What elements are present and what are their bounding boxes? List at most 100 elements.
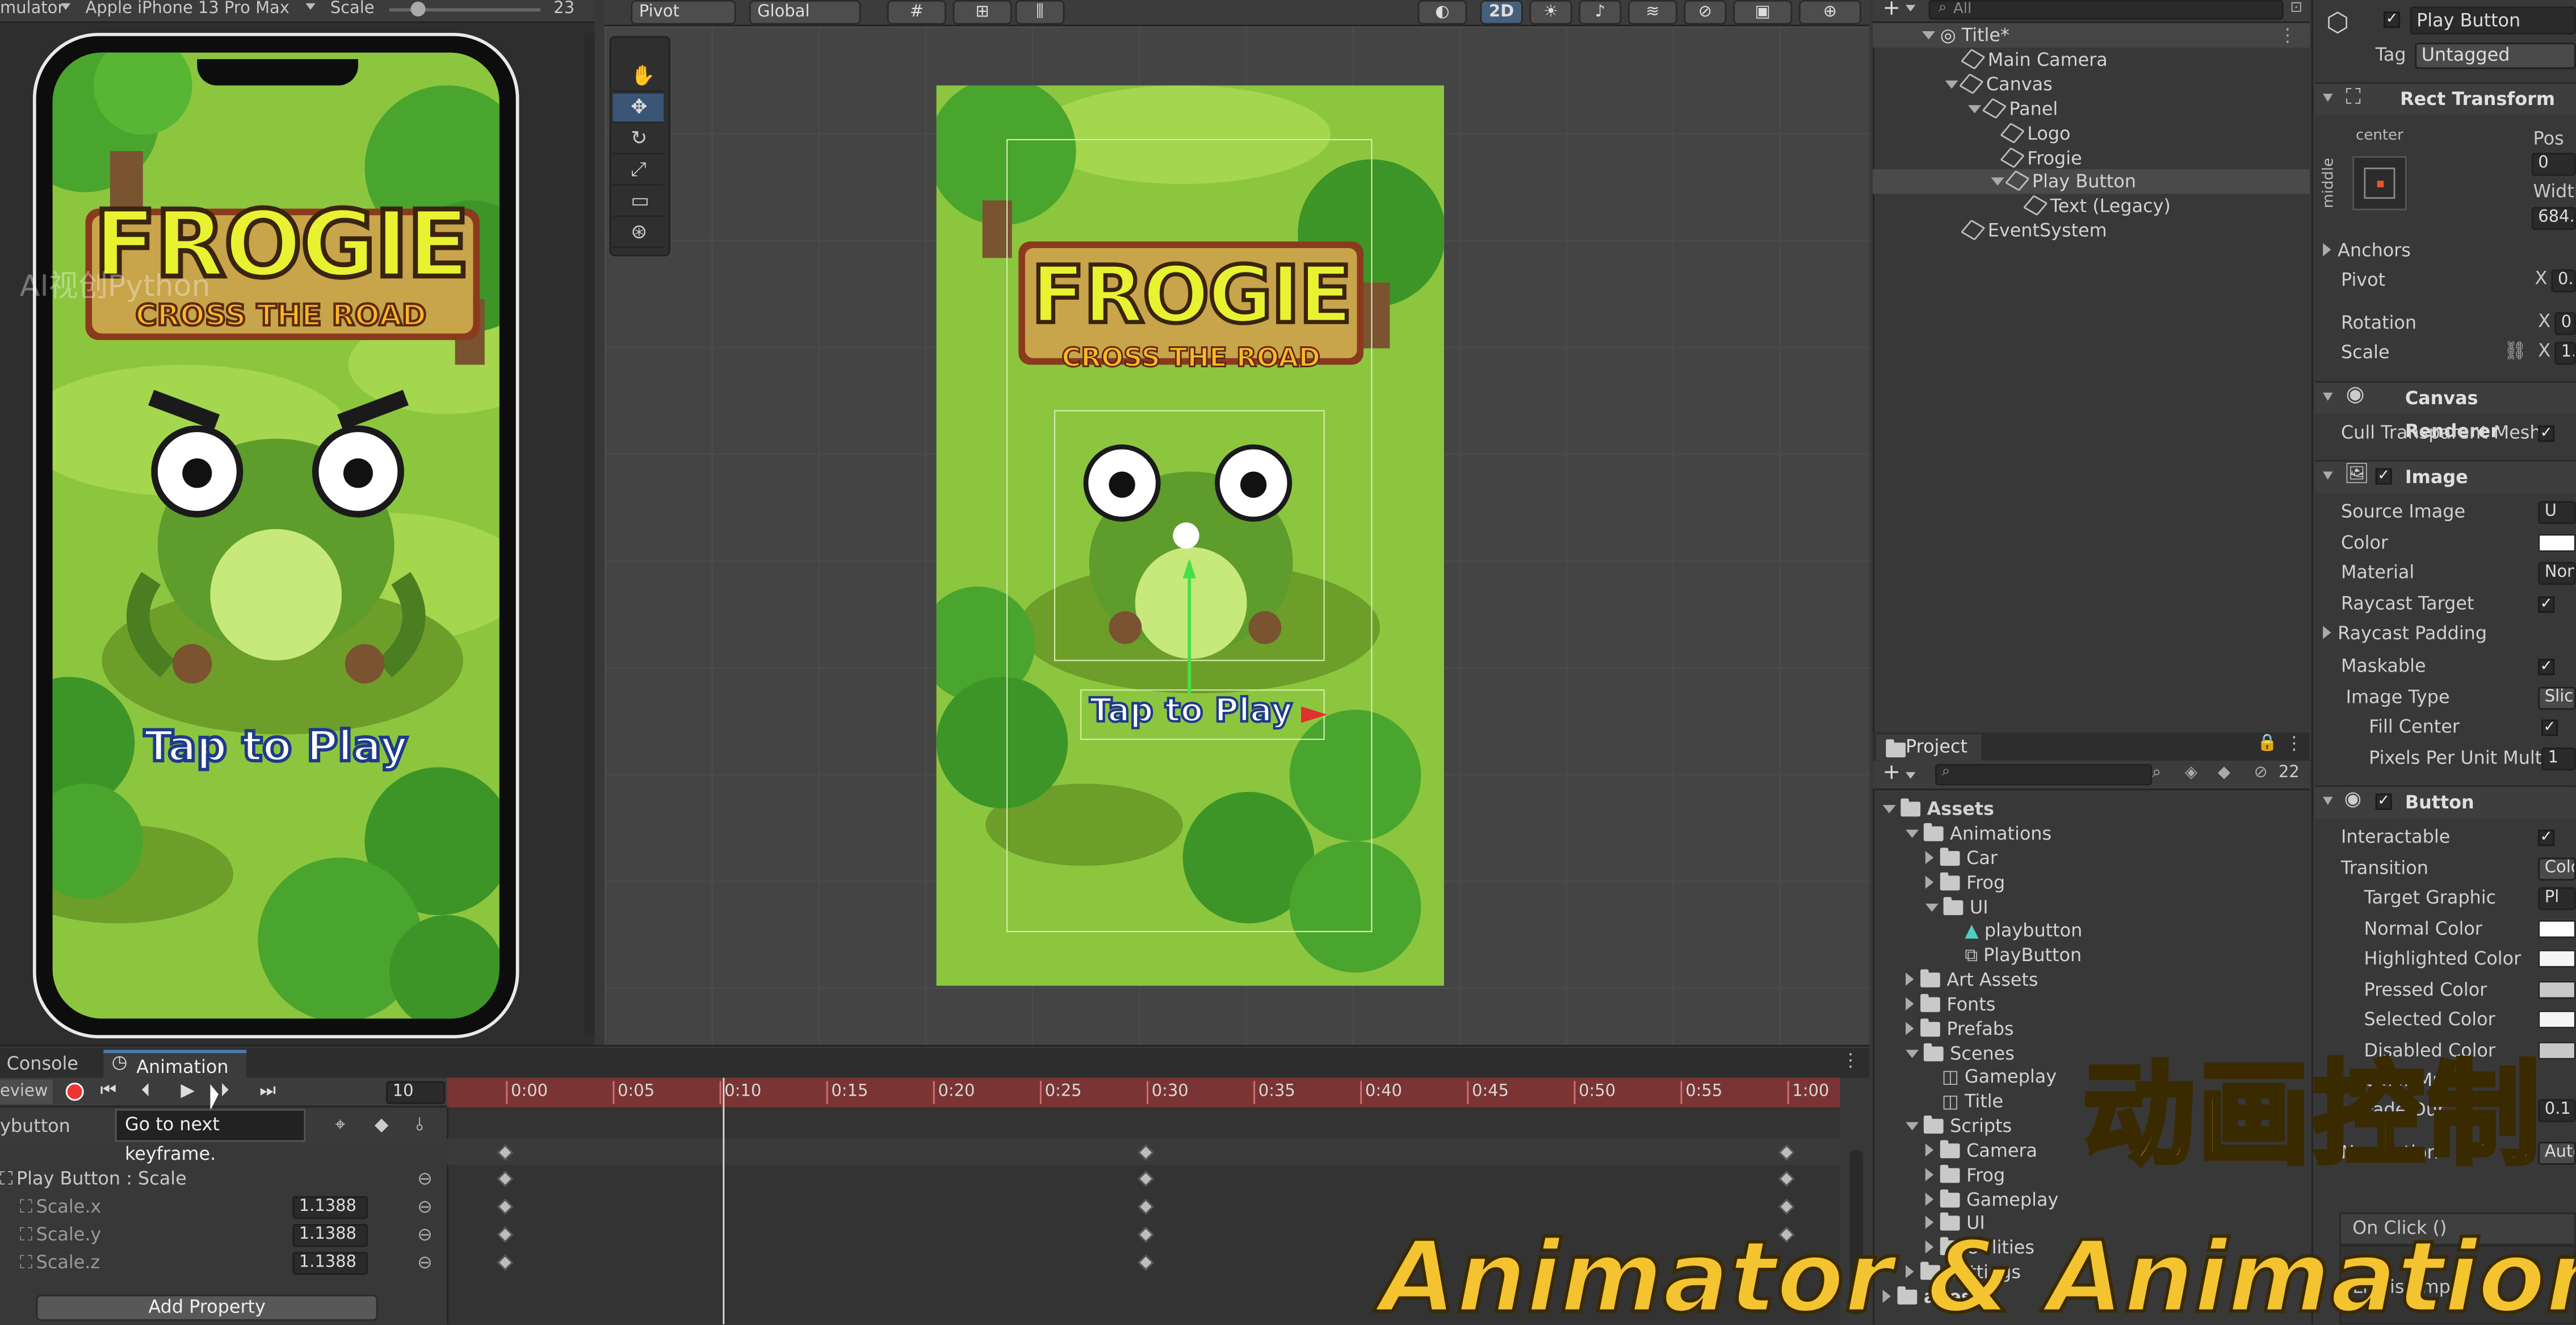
- camera-settings-button[interactable]: ▣: [1733, 0, 1793, 25]
- tap-to-play-button[interactable]: Tap to Play: [53, 721, 500, 774]
- property-value-input[interactable]: 1.1388: [292, 1252, 368, 1275]
- project-item-prefabs[interactable]: Prefabs: [1873, 1017, 2310, 1041]
- timeline-playhead[interactable]: [723, 1077, 725, 1324]
- property-options-icon[interactable]: ⊖: [417, 1224, 433, 1246]
- collapse-arrow-icon[interactable]: [2323, 392, 2333, 401]
- project-search-input[interactable]: [1935, 764, 2153, 786]
- add-property-button[interactable]: Add Property: [36, 1294, 378, 1321]
- label-filter-icon[interactable]: ◆: [2218, 764, 2230, 782]
- image-enabled-checkbox[interactable]: ✓: [2375, 468, 2392, 485]
- maskable-checkbox[interactable]: ✓: [2538, 659, 2555, 676]
- rotation-x-input[interactable]: 0: [2554, 312, 2576, 336]
- hidden-packages-icon[interactable]: ⊘: [2254, 764, 2268, 782]
- project-item-assets[interactable]: Assets: [1873, 797, 2310, 821]
- simulator-dropdown[interactable]: mulator: [0, 0, 64, 20]
- scale-slider-handle[interactable]: [410, 1, 426, 16]
- cull-transparent-checkbox[interactable]: ✓: [2538, 425, 2555, 442]
- type-filter-icon[interactable]: ◈: [2185, 764, 2197, 782]
- scale-tool[interactable]: ⤢: [612, 156, 664, 186]
- pivot-toggle[interactable]: Pivot: [631, 0, 736, 25]
- last-keyframe-button[interactable]: ⏭: [259, 1079, 276, 1102]
- gizmos-button[interactable]: ⊕: [1798, 0, 1861, 25]
- source-image-field[interactable]: U: [2538, 501, 2576, 525]
- rotate-tool[interactable]: ↻: [612, 124, 664, 155]
- raycast-target-checkbox[interactable]: ✓: [2538, 596, 2555, 613]
- button-enabled-checkbox[interactable]: ✓: [2375, 793, 2392, 810]
- first-keyframe-button[interactable]: ⏮: [100, 1079, 117, 1102]
- property-value-input[interactable]: 1.1388: [292, 1224, 368, 1247]
- property-row-scale-y[interactable]: ⛶ Scale.y 1.1388 ⊖: [0, 1222, 447, 1248]
- hierarchy-item-frogie[interactable]: Frogie: [1873, 146, 2310, 171]
- audio-toggle[interactable]: ♪: [1579, 0, 1622, 25]
- hand-tool[interactable]: ✋: [612, 62, 664, 93]
- transition-dropdown[interactable]: Colo: [2538, 857, 2576, 881]
- pivot-x-input[interactable]: 0.5: [2551, 269, 2576, 293]
- visibility-toggle[interactable]: ⊘: [1684, 0, 1727, 25]
- snap-increment-button[interactable]: ⊞: [953, 0, 1012, 25]
- property-options-icon[interactable]: ⊖: [417, 1168, 433, 1190]
- highlighted-color-swatch[interactable]: [2538, 949, 2576, 968]
- raycast-padding-foldout[interactable]: Raycast Padding: [2323, 621, 2487, 647]
- project-item-scripts-gameplay[interactable]: Gameplay: [1873, 1188, 2310, 1212]
- collapse-arrow-icon[interactable]: [2323, 471, 2333, 480]
- collapse-arrow-icon[interactable]: [2323, 796, 2333, 806]
- image-type-dropdown[interactable]: Slic: [2538, 686, 2576, 710]
- add-keyframe-button[interactable]: ◆: [375, 1114, 389, 1135]
- lock-icon[interactable]: 🔒: [2257, 735, 2277, 753]
- property-row-scale-z[interactable]: ⛶ Scale.z 1.1388 ⊖: [0, 1250, 447, 1276]
- normal-color-swatch[interactable]: [2538, 920, 2576, 938]
- clip-dropdown[interactable]: ybutton: [0, 1116, 70, 1137]
- project-item-fonts[interactable]: Fonts: [1873, 992, 2310, 1017]
- draw-mode-button[interactable]: ◐: [1417, 0, 1467, 25]
- hierarchy-item-main-camera[interactable]: Main Camera: [1873, 48, 2310, 72]
- target-graphic-field[interactable]: Pl: [2538, 887, 2576, 911]
- scene-play-button[interactable]: Tap to Play: [1051, 689, 1331, 731]
- search-by-type-icon[interactable]: ⊡: [2290, 0, 2302, 16]
- more-icon[interactable]: ⋮: [2285, 733, 2304, 754]
- global-toggle[interactable]: Global: [749, 0, 861, 25]
- snap-settings-button[interactable]: ⫼: [1015, 0, 1065, 25]
- project-item-ui[interactable]: UI: [1873, 895, 2310, 920]
- add-event-button[interactable]: ⫰: [416, 1114, 423, 1137]
- hierarchy-item-panel[interactable]: Panel: [1873, 97, 2310, 121]
- fill-center-checkbox[interactable]: ✓: [2541, 719, 2558, 736]
- tag-dropdown[interactable]: Untagged: [2415, 43, 2576, 69]
- hierarchy-item-text-legacy[interactable]: Text (Legacy): [1873, 194, 2310, 218]
- property-options-icon[interactable]: ⊖: [417, 1196, 433, 1218]
- play-button[interactable]: ▶: [181, 1079, 195, 1101]
- project-item-car[interactable]: Car: [1873, 846, 2310, 870]
- scale-x-input[interactable]: 1.: [2554, 341, 2576, 365]
- game-view-scrollbar[interactable]: [585, 32, 595, 1035]
- grid-snap-button[interactable]: #: [887, 0, 946, 25]
- interactable-checkbox[interactable]: ✓: [2538, 829, 2555, 846]
- navigation-dropdown[interactable]: Auto: [2538, 1142, 2576, 1165]
- lighting-toggle[interactable]: ☀: [1529, 0, 1572, 25]
- hierarchy-item-title-scene[interactable]: ◎ Title* ⋮: [1873, 23, 2310, 48]
- anchors-foldout[interactable]: Anchors: [2323, 238, 2411, 265]
- color-swatch[interactable]: [2538, 534, 2576, 552]
- selected-color-swatch[interactable]: [2538, 1010, 2576, 1029]
- preview-button[interactable]: eview: [0, 1079, 53, 1104]
- project-item-animations[interactable]: Animations: [1873, 821, 2310, 846]
- pressed-color-swatch[interactable]: [2538, 980, 2576, 999]
- search-filter-icon[interactable]: ⌕: [2152, 764, 2161, 782]
- hierarchy-item-logo[interactable]: Logo: [1873, 121, 2310, 146]
- anchor-preset-button[interactable]: [2352, 156, 2407, 211]
- project-item-art-assets[interactable]: Art Assets: [1873, 968, 2310, 992]
- property-options-icon[interactable]: ⊖: [417, 1252, 433, 1273]
- more-icon[interactable]: ⋮: [2279, 23, 2297, 48]
- device-dropdown[interactable]: Apple iPhone 13 Pro Max: [85, 0, 289, 20]
- next-keyframe-button[interactable]: ⏵: [220, 1079, 229, 1102]
- collapse-arrow-icon[interactable]: [2323, 93, 2333, 102]
- add-icon[interactable]: +: [1883, 761, 1901, 785]
- property-group-row[interactable]: ⛶ Play Button : Scale ⊖: [0, 1167, 447, 1193]
- add-icon[interactable]: +: [1883, 0, 1901, 22]
- hierarchy-item-canvas[interactable]: Canvas: [1873, 72, 2310, 97]
- hierarchy-item-play-button[interactable]: Play Button: [1873, 169, 2310, 194]
- hierarchy-item-eventsystem[interactable]: EventSystem: [1873, 219, 2310, 243]
- transform-tool[interactable]: ⊛: [612, 218, 664, 248]
- link-icon[interactable]: ⛓: [2503, 340, 2526, 362]
- hierarchy-search-input[interactable]: All: [1928, 0, 2284, 20]
- project-item-playbutton-controller[interactable]: ⧉ PlayButton: [1873, 943, 2310, 967]
- filter-keyframes-button[interactable]: ⌖: [335, 1114, 345, 1137]
